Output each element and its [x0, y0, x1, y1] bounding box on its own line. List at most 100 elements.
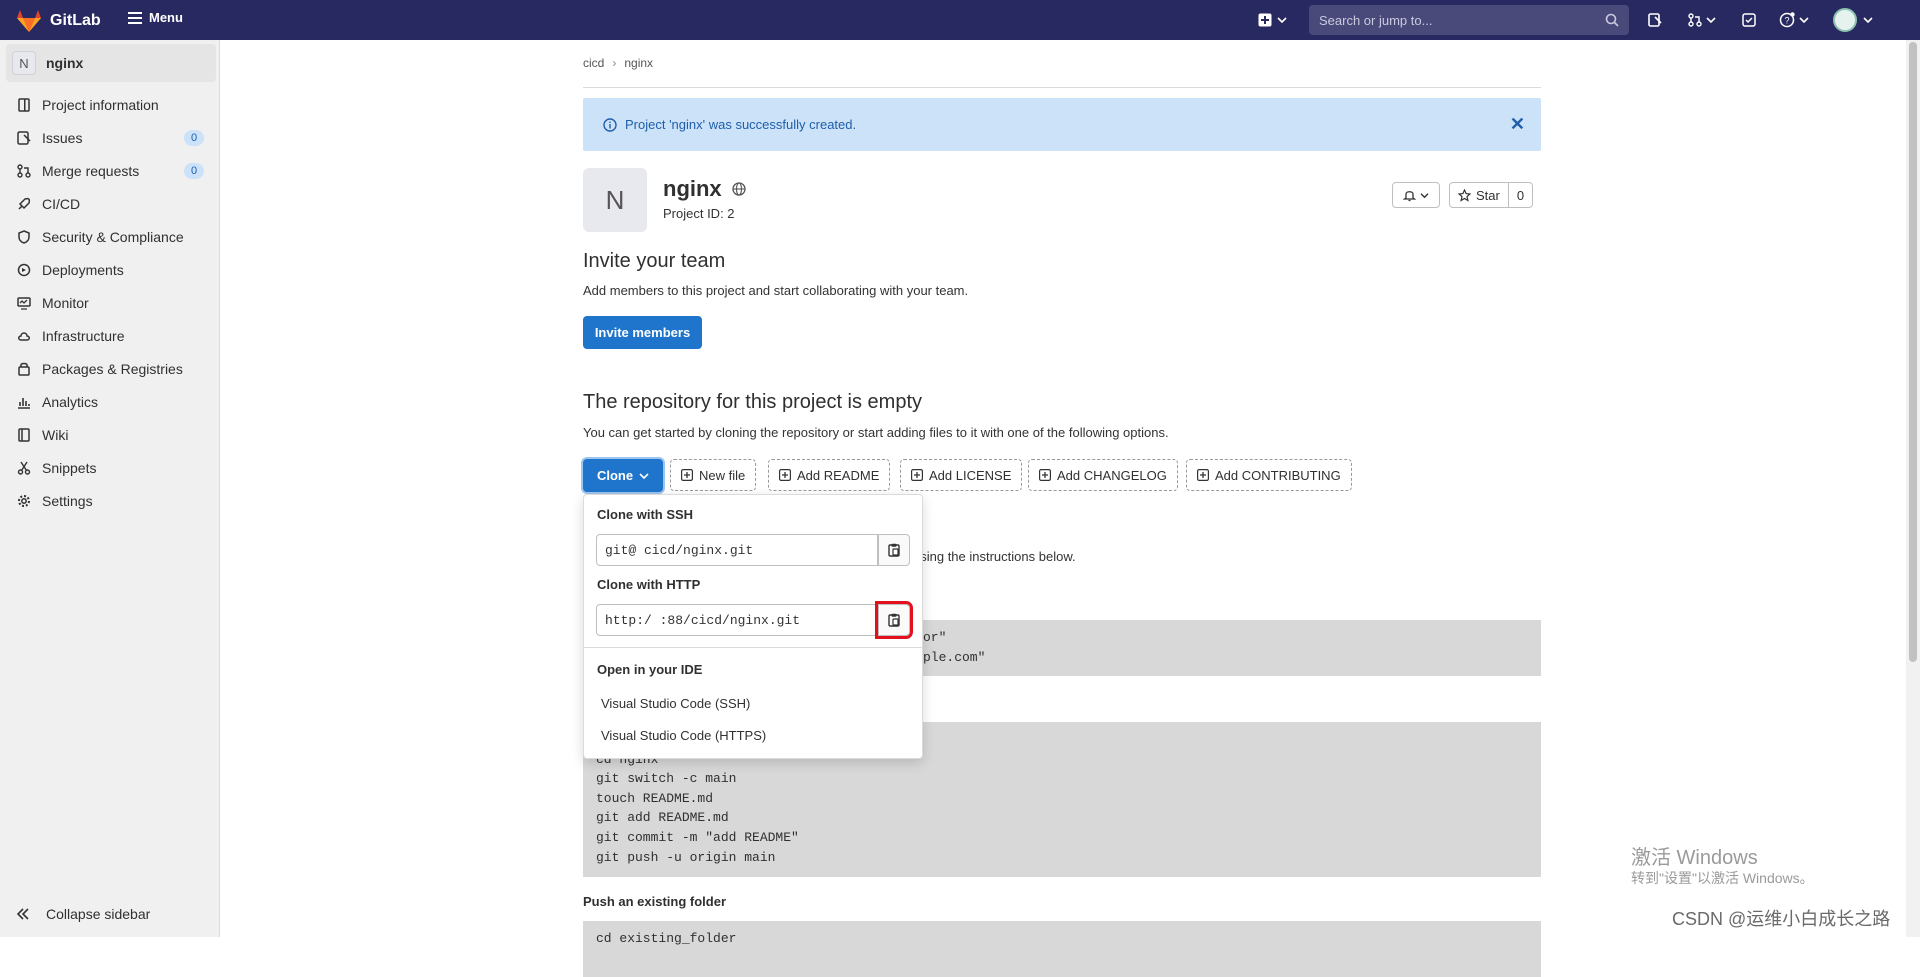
clone-dropdown-menu: Clone with SSH git@ cicd/nginx.git Clone… — [583, 494, 923, 759]
svg-text:?: ? — [1784, 16, 1789, 26]
top-navbar: GitLab Menu Search or jump to... ? — [0, 0, 1920, 40]
sidebar-item-merge-requests[interactable]: Merge requests 0 — [0, 154, 220, 187]
issues-nav-button[interactable] — [1644, 10, 1666, 30]
rocket-icon — [16, 196, 32, 212]
add-changelog-label: Add CHANGELOG — [1057, 467, 1167, 483]
cloud-gear-icon — [16, 328, 32, 344]
project-avatar-large: N — [583, 168, 647, 232]
add-readme-button[interactable]: Add README — [768, 459, 891, 491]
issues-icon — [16, 130, 32, 146]
book-icon — [16, 427, 32, 443]
instructions-text-tail: using the instructions below. — [913, 549, 1076, 564]
help-dropdown-button[interactable]: ? — [1774, 10, 1814, 30]
new-dropdown-button[interactable] — [1254, 10, 1290, 30]
sidebar-item-settings[interactable]: Settings — [0, 484, 220, 517]
monitor-icon — [16, 295, 32, 311]
project-title: nginx — [663, 176, 746, 202]
sidebar-item-label: Merge requests — [42, 162, 140, 179]
clone-http-url-field[interactable]: http:/ :88/cicd/nginx.git — [596, 604, 878, 636]
page-scrollbar[interactable] — [1906, 40, 1920, 937]
sidebar-item-analytics[interactable]: Analytics — [0, 385, 220, 418]
open-in-ide-label: Open in your IDE — [597, 662, 703, 677]
new-file-button[interactable]: New file — [670, 459, 757, 491]
merge-request-icon — [1688, 13, 1702, 27]
sidebar-item-label: Infrastructure — [42, 327, 125, 344]
chevron-down-icon — [1276, 17, 1287, 24]
sidebar-item-label: Deployments — [42, 261, 124, 278]
sidebar-item-monitor[interactable]: Monitor — [0, 286, 220, 319]
search-input[interactable]: Search or jump to... — [1309, 5, 1629, 35]
copy-ssh-url-button[interactable] — [878, 534, 910, 566]
sidebar-item-label: Snippets — [42, 459, 97, 476]
plus-square-icon — [681, 469, 693, 481]
sidebar-item-ci-cd[interactable]: CI/CD — [0, 187, 220, 220]
clone-button-label: Clone — [596, 468, 634, 483]
plus-square-icon — [779, 469, 791, 481]
sidebar-project-header[interactable]: N nginx — [6, 44, 216, 82]
breadcrumb-current[interactable]: nginx — [624, 56, 653, 70]
plus-square-icon — [911, 469, 923, 481]
chart-icon — [16, 394, 32, 410]
project-name: nginx — [663, 176, 722, 201]
menu-button[interactable]: Menu — [128, 10, 183, 25]
hamburger-icon — [128, 11, 142, 24]
alert-message: Project 'nginx' was successfully created… — [625, 117, 857, 132]
clone-button[interactable]: Clone — [583, 459, 663, 492]
star-label: Star — [1476, 187, 1500, 203]
star-button-label-wrap[interactable]: Star — [1450, 188, 1508, 203]
logo-text: GitLab — [50, 12, 101, 29]
deployments-icon — [16, 262, 32, 278]
sidebar: N nginx Project information Issues 0 Mer… — [0, 40, 220, 937]
user-menu-chevron[interactable] — [1862, 10, 1874, 30]
star-count[interactable]: 0 — [1507, 183, 1532, 207]
sidebar-item-issues[interactable]: Issues 0 — [0, 121, 220, 154]
gitlab-logo[interactable]: GitLab — [16, 9, 101, 33]
user-avatar[interactable] — [1833, 8, 1857, 32]
breadcrumb-parent[interactable]: cicd — [583, 56, 604, 70]
search-icon — [1605, 13, 1619, 27]
sidebar-item-label: Issues — [42, 129, 83, 146]
sidebar-item-label: Monitor — [42, 294, 89, 311]
sidebar-project-name: nginx — [46, 55, 84, 71]
collapse-sidebar-button[interactable]: Collapse sidebar — [16, 899, 150, 929]
project-info-icon — [16, 97, 32, 113]
issues-count-badge: 0 — [184, 130, 204, 146]
search-placeholder: Search or jump to... — [1319, 12, 1433, 28]
sidebar-item-infrastructure[interactable]: Infrastructure — [0, 319, 220, 352]
notification-button[interactable] — [1392, 182, 1440, 208]
sidebar-item-wiki[interactable]: Wiki — [0, 418, 220, 451]
invite-members-button[interactable]: Invite members — [583, 316, 702, 349]
collapse-sidebar-label: Collapse sidebar — [46, 906, 151, 922]
clone-ssh-url-field[interactable]: git@ cicd/nginx.git — [596, 534, 878, 566]
empty-repo-heading: The repository for this project is empty — [583, 391, 923, 413]
scissors-icon — [16, 460, 32, 476]
todos-nav-button[interactable] — [1738, 10, 1760, 30]
add-contributing-button[interactable]: Add CONTRIBUTING — [1186, 459, 1352, 491]
scrollbar-thumb[interactable] — [1909, 42, 1917, 662]
close-icon[interactable]: ✕ — [1510, 115, 1525, 133]
invite-text: Add members to this project and start co… — [583, 283, 969, 298]
open-vscode-https-item[interactable]: Visual Studio Code (HTTPS) — [601, 728, 766, 743]
sidebar-item-deployments[interactable]: Deployments — [0, 253, 220, 286]
shield-icon — [16, 229, 32, 245]
star-button[interactable]: Star 0 — [1449, 182, 1534, 208]
empty-repo-text: You can get started by cloning the repos… — [583, 425, 1169, 440]
open-vscode-ssh-item[interactable]: Visual Studio Code (SSH) — [601, 696, 750, 711]
merge-requests-count-badge: 0 — [184, 163, 204, 179]
sidebar-item-project-information[interactable]: Project information — [0, 88, 220, 121]
sidebar-item-snippets[interactable]: Snippets — [0, 451, 220, 484]
info-icon — [603, 117, 617, 132]
double-chevron-left-icon — [16, 908, 29, 920]
push-existing-heading: Push an existing folder — [583, 894, 727, 909]
copy-http-url-button[interactable] — [875, 601, 913, 639]
windows-activation-title: 激活 Windows — [1631, 847, 1758, 869]
sidebar-item-security[interactable]: Security & Compliance — [0, 220, 220, 253]
sidebar-item-label: Packages & Registries — [42, 360, 183, 377]
add-license-button[interactable]: Add LICENSE — [900, 459, 1023, 491]
chevron-down-icon — [1863, 17, 1873, 24]
add-changelog-button[interactable]: Add CHANGELOG — [1028, 459, 1178, 491]
invite-heading: Invite your team — [583, 250, 726, 272]
merge-requests-nav-button[interactable] — [1684, 10, 1720, 30]
sidebar-item-packages[interactable]: Packages & Registries — [0, 352, 220, 385]
bell-icon — [1403, 190, 1416, 201]
